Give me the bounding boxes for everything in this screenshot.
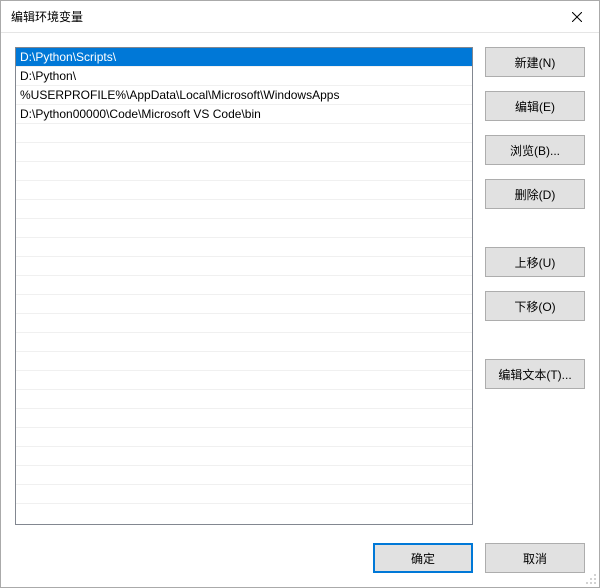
titlebar: 编辑环境变量: [1, 1, 599, 33]
list-item[interactable]: [16, 295, 472, 314]
button-gap: [485, 335, 585, 359]
list-item[interactable]: [16, 485, 472, 504]
resize-grip-icon[interactable]: [583, 571, 597, 585]
move-down-button[interactable]: 下移(O): [485, 291, 585, 321]
list-item[interactable]: [16, 219, 472, 238]
edit-button[interactable]: 编辑(E): [485, 91, 585, 121]
move-up-button[interactable]: 上移(U): [485, 247, 585, 277]
delete-button[interactable]: 删除(D): [485, 179, 585, 209]
edit-text-button[interactable]: 编辑文本(T)...: [485, 359, 585, 389]
list-item[interactable]: [16, 143, 472, 162]
path-listbox-inner: D:\Python\Scripts\D:\Python\%USERPROFILE…: [16, 48, 472, 524]
ok-button[interactable]: 确定: [373, 543, 473, 573]
list-item[interactable]: [16, 390, 472, 409]
new-button[interactable]: 新建(N): [485, 47, 585, 77]
path-listbox[interactable]: D:\Python\Scripts\D:\Python\%USERPROFILE…: [15, 47, 473, 525]
button-gap: [485, 223, 585, 247]
close-icon: [572, 12, 582, 22]
list-item[interactable]: [16, 257, 472, 276]
list-item[interactable]: D:\Python00000\Code\Microsoft VS Code\bi…: [16, 105, 472, 124]
list-item[interactable]: [16, 238, 472, 257]
list-item[interactable]: [16, 409, 472, 428]
list-item[interactable]: [16, 124, 472, 143]
list-item[interactable]: D:\Python\: [16, 67, 472, 86]
close-button[interactable]: [554, 2, 599, 32]
cancel-button[interactable]: 取消: [485, 543, 585, 573]
list-item[interactable]: [16, 352, 472, 371]
list-item[interactable]: [16, 181, 472, 200]
main-row: D:\Python\Scripts\D:\Python\%USERPROFILE…: [15, 47, 585, 525]
list-item[interactable]: %USERPROFILE%\AppData\Local\Microsoft\Wi…: [16, 86, 472, 105]
list-item[interactable]: [16, 314, 472, 333]
list-item[interactable]: [16, 276, 472, 295]
list-item[interactable]: [16, 447, 472, 466]
browse-button[interactable]: 浏览(B)...: [485, 135, 585, 165]
list-item[interactable]: [16, 428, 472, 447]
window-title: 编辑环境变量: [11, 8, 554, 25]
list-item[interactable]: [16, 162, 472, 181]
list-item[interactable]: [16, 200, 472, 219]
dialog-content: D:\Python\Scripts\D:\Python\%USERPROFILE…: [1, 33, 599, 587]
list-item[interactable]: [16, 333, 472, 352]
list-item[interactable]: [16, 371, 472, 390]
list-item[interactable]: D:\Python\Scripts\: [16, 48, 472, 67]
side-button-column: 新建(N) 编辑(E) 浏览(B)... 删除(D) 上移(U) 下移(O) 编…: [485, 47, 585, 525]
list-item[interactable]: [16, 466, 472, 485]
dialog-window: 编辑环境变量 D:\Python\Scripts\D:\Python\%USER…: [0, 0, 600, 588]
dialog-footer: 确定 取消: [15, 525, 585, 573]
